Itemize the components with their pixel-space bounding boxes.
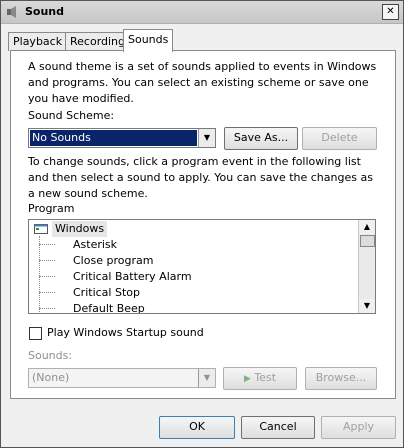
sounds-label: Sounds: [28, 349, 73, 362]
intro-text: A sound theme is a set of sounds applied… [28, 60, 377, 105]
tree-branch [39, 260, 55, 261]
list-item[interactable]: Close program [73, 253, 153, 269]
tree-branch [39, 244, 55, 245]
scroll-down-icon[interactable]: ▼ [359, 299, 375, 313]
sound-dialog: Sound ✕ Playback Recording Sounds A soun… [0, 0, 404, 448]
tree-line [39, 236, 40, 313]
scroll-up-icon[interactable]: ▲ [359, 220, 375, 234]
save-as-button[interactable]: Save As... [224, 127, 298, 150]
sounds-value: (None) [32, 371, 70, 384]
close-button[interactable]: ✕ [382, 4, 399, 20]
list-scrollbar[interactable]: ▲ ▼ [358, 220, 375, 313]
list-item-label: Windows [52, 221, 108, 237]
list-item-windows-group[interactable]: Windows [32, 221, 357, 237]
chevron-down-icon[interactable]: ▼ [198, 129, 215, 147]
scroll-thumb[interactable] [360, 235, 375, 247]
window-icon [34, 224, 48, 234]
list-item[interactable]: Asterisk [73, 237, 117, 253]
apply-button[interactable]: Apply [321, 416, 396, 439]
speaker-icon [7, 6, 16, 18]
sound-scheme-label: Sound Scheme: [28, 109, 115, 122]
list-item[interactable]: Critical Stop [73, 285, 140, 301]
tab-recording[interactable]: Recording [65, 32, 131, 51]
instructions-text: To change sounds, click a program event … [28, 155, 373, 200]
window-title: Sound [25, 5, 65, 18]
sound-scheme-dropdown[interactable]: No Sounds ▼ [28, 128, 216, 148]
sound-scheme-value: No Sounds [30, 130, 197, 146]
startup-sound-label[interactable]: Play Windows Startup sound [47, 325, 204, 341]
test-button-label: Test [254, 371, 277, 384]
browse-button[interactable]: Browse... [305, 367, 377, 390]
list-item[interactable]: Default Beep [73, 301, 145, 313]
cancel-button[interactable]: Cancel [241, 416, 315, 439]
title-bar[interactable]: Sound ✕ [1, 1, 403, 24]
program-events-list[interactable]: Windows Asterisk Close program Critical … [28, 219, 376, 314]
tree-branch [39, 292, 55, 293]
list-item[interactable]: Critical Battery Alarm [73, 269, 192, 285]
program-label: Program [28, 202, 75, 215]
tab-playback[interactable]: Playback [8, 32, 68, 51]
sounds-dropdown[interactable]: (None) ▼ [28, 368, 216, 388]
test-button[interactable]: ▶ Test [223, 367, 297, 390]
tree-branch [39, 276, 55, 277]
chevron-down-icon[interactable]: ▼ [198, 369, 215, 387]
tab-sounds[interactable]: Sounds [123, 29, 174, 52]
ok-button[interactable]: OK [159, 416, 235, 439]
startup-sound-checkbox[interactable] [29, 327, 42, 340]
tree-branch [39, 308, 55, 309]
delete-button[interactable]: Delete [302, 127, 377, 150]
play-icon: ▶ [243, 374, 251, 384]
